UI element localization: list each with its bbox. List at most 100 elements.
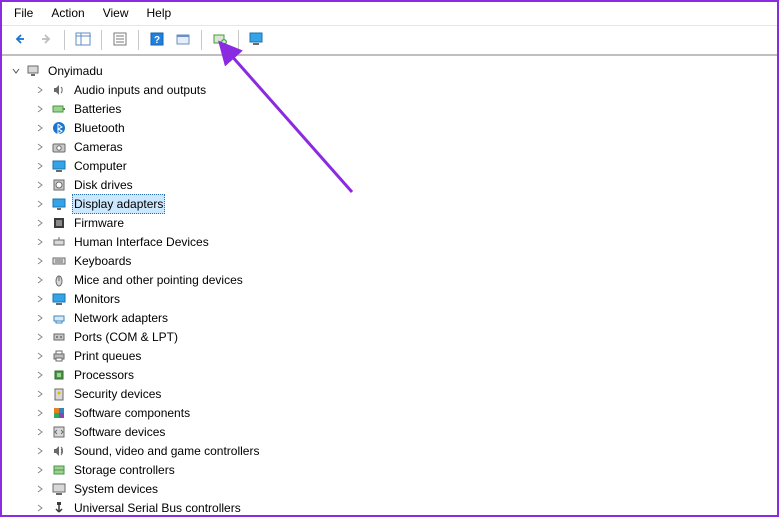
menu-view[interactable]: View (101, 5, 131, 21)
tree-item[interactable]: Ports (COM & LPT) (8, 327, 773, 346)
tree-item-label[interactable]: Human Interface Devices (72, 233, 211, 251)
chevron-right-icon[interactable] (34, 407, 46, 419)
tree-item[interactable]: Firmware (8, 213, 773, 232)
toolbar-separator (138, 30, 139, 50)
network-icon (51, 310, 67, 326)
chevron-right-icon[interactable] (34, 236, 46, 248)
tree-item[interactable]: Sound, video and game controllers (8, 441, 773, 460)
software-dev-icon (51, 424, 67, 440)
menu-help[interactable]: Help (145, 5, 174, 21)
help-button[interactable]: ? (145, 29, 169, 51)
chevron-right-icon[interactable] (34, 198, 46, 210)
chevron-right-icon[interactable] (34, 426, 46, 438)
update-driver-button[interactable] (208, 29, 232, 51)
back-button[interactable] (8, 29, 32, 51)
tree-item-label[interactable]: Monitors (72, 290, 122, 308)
properties-button[interactable] (108, 29, 132, 51)
tree-item[interactable]: System devices (8, 479, 773, 498)
tree-item[interactable]: Human Interface Devices (8, 232, 773, 251)
tree-item-label[interactable]: Audio inputs and outputs (72, 81, 208, 99)
chevron-right-icon[interactable] (34, 483, 46, 495)
tree-item-label[interactable]: System devices (72, 480, 160, 498)
tree-item[interactable]: Audio inputs and outputs (8, 80, 773, 99)
menu-file[interactable]: File (12, 5, 35, 21)
forward-arrow-icon (39, 32, 53, 49)
camera-icon (51, 139, 67, 155)
chevron-right-icon[interactable] (34, 502, 46, 514)
tree-item[interactable]: Disk drives (8, 175, 773, 194)
system-icon (51, 481, 67, 497)
chevron-right-icon[interactable] (34, 84, 46, 96)
tree-item[interactable]: Universal Serial Bus controllers (8, 498, 773, 515)
tree-item-label[interactable]: Software devices (72, 423, 167, 441)
console-tree-button[interactable] (71, 29, 95, 51)
tree-item[interactable]: Bluetooth (8, 118, 773, 137)
toolbar: ? (2, 26, 777, 56)
keyboard-icon (51, 253, 67, 269)
menu-action[interactable]: Action (49, 5, 86, 21)
tree-item[interactable]: Processors (8, 365, 773, 384)
chevron-right-icon[interactable] (34, 293, 46, 305)
chevron-right-icon[interactable] (34, 331, 46, 343)
tree-item-label[interactable]: Processors (72, 366, 136, 384)
chevron-down-icon[interactable] (10, 65, 22, 77)
tree-item-label[interactable]: Computer (72, 157, 129, 175)
tree-item[interactable]: Network adapters (8, 308, 773, 327)
chevron-right-icon[interactable] (34, 217, 46, 229)
tree-item[interactable]: Mice and other pointing devices (8, 270, 773, 289)
chevron-right-icon[interactable] (34, 369, 46, 381)
tree-item-label[interactable]: Universal Serial Bus controllers (72, 499, 243, 516)
tree-item[interactable]: Software components (8, 403, 773, 422)
tree-item[interactable]: Cameras (8, 137, 773, 156)
chevron-right-icon[interactable] (34, 464, 46, 476)
firmware-icon (51, 215, 67, 231)
tree-item[interactable]: Print queues (8, 346, 773, 365)
tree-item-label[interactable]: Network adapters (72, 309, 170, 327)
tree-item-label[interactable]: Batteries (72, 100, 123, 118)
chevron-right-icon[interactable] (34, 388, 46, 400)
forward-button[interactable] (34, 29, 58, 51)
toolbar-separator (238, 30, 239, 50)
storage-icon (51, 462, 67, 478)
disk-icon (51, 177, 67, 193)
chevron-right-icon[interactable] (34, 350, 46, 362)
tree-item[interactable]: Batteries (8, 99, 773, 118)
tree-item-label[interactable]: Cameras (72, 138, 125, 156)
tree-item[interactable]: Security devices (8, 384, 773, 403)
tree-item-label[interactable]: Mice and other pointing devices (72, 271, 245, 289)
tree-item-label[interactable]: Storage controllers (72, 461, 177, 479)
tree-item-label[interactable]: Bluetooth (72, 119, 127, 137)
tree-item-label[interactable]: Display adapters (72, 194, 165, 214)
tree-item[interactable]: Computer (8, 156, 773, 175)
tree-item-label[interactable]: Print queues (72, 347, 143, 365)
chevron-right-icon[interactable] (34, 141, 46, 153)
tree-item-label[interactable]: Sound, video and game controllers (72, 442, 261, 460)
tree-item-label[interactable]: Software components (72, 404, 192, 422)
chevron-right-icon[interactable] (34, 445, 46, 457)
tree-item[interactable]: Software devices (8, 422, 773, 441)
tree-item-label[interactable]: Ports (COM & LPT) (72, 328, 180, 346)
printer-icon (51, 348, 67, 364)
chevron-right-icon[interactable] (34, 255, 46, 267)
tree-item-label[interactable]: Firmware (72, 214, 126, 232)
tree-item-label[interactable]: Keyboards (72, 252, 133, 270)
chevron-right-icon[interactable] (34, 179, 46, 191)
tree-item[interactable]: Keyboards (8, 251, 773, 270)
tree-item-label[interactable]: Security devices (72, 385, 163, 403)
tree-root-label[interactable]: Onyimadu (46, 62, 105, 80)
show-hidden-button[interactable] (171, 29, 195, 51)
chevron-right-icon[interactable] (34, 160, 46, 172)
tree-root[interactable]: Onyimadu (8, 62, 773, 80)
tree-item[interactable]: Monitors (8, 289, 773, 308)
chevron-right-icon[interactable] (34, 312, 46, 324)
tree-item[interactable]: Display adapters (8, 194, 773, 213)
chevron-right-icon[interactable] (34, 122, 46, 134)
tree-item-label[interactable]: Disk drives (72, 176, 135, 194)
device-tree[interactable]: Onyimadu Audio inputs and outputsBatteri… (2, 56, 777, 515)
display-icon (51, 196, 67, 212)
chevron-right-icon[interactable] (34, 103, 46, 115)
scan-hardware-button[interactable] (245, 29, 269, 51)
tree-item[interactable]: Storage controllers (8, 460, 773, 479)
properties-icon (113, 32, 127, 49)
chevron-right-icon[interactable] (34, 274, 46, 286)
